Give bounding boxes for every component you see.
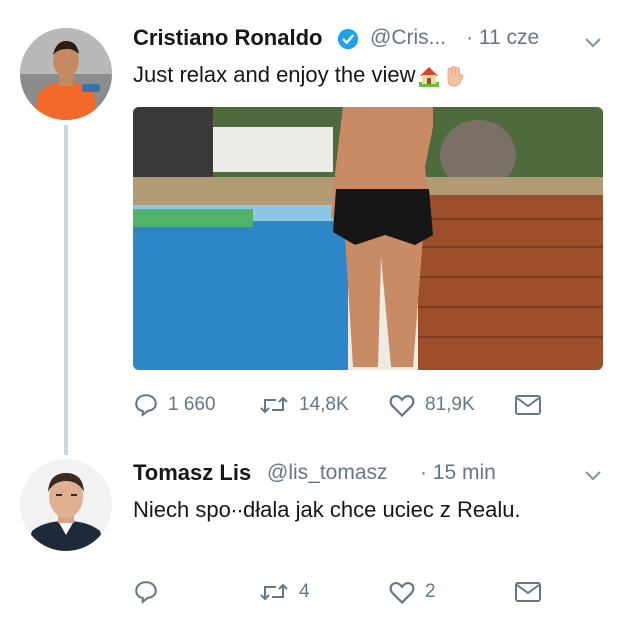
like-count: 2 [425,581,436,602]
like-button[interactable]: 81,9K [388,392,475,418]
author-handle[interactable]: @Cris... [370,26,446,50]
retweet-count: 14,8K [299,394,349,415]
envelope-icon [515,395,541,415]
reply-icon [135,581,157,604]
retweet-icon [260,583,288,601]
tweet-text: Just relax and enjoy the view [133,62,466,88]
tweet-timestamp[interactable]: · 11 cze [466,26,539,50]
tweet-text-content: Just relax and enjoy the view [133,62,416,87]
house-icon [418,67,439,88]
reply-button[interactable]: 1 660 [133,392,216,418]
chevron-down-icon[interactable] [584,37,602,49]
reply-count: 1 660 [168,394,216,415]
heart-icon [389,395,415,418]
verified-badge-icon [337,28,359,50]
thread-connector-line [64,125,68,455]
author-handle[interactable]: @lis_tomasz [267,461,388,485]
raised-hand-icon [447,66,463,87]
reply-button[interactable] [133,579,168,605]
author-name[interactable]: Cristiano Ronaldo [133,25,322,51]
retweet-button[interactable]: 4 [258,579,310,605]
retweet-count: 4 [299,581,310,602]
avatar-tomasz-lis[interactable] [20,459,112,551]
author-name[interactable]: Tomasz Lis [133,460,251,486]
retweet-button[interactable]: 14,8K [258,392,349,418]
tweet-photo-pool[interactable] [133,107,603,370]
direct-message-button[interactable] [514,581,542,603]
tweet-text: Niech spo∙∙dłala jak chce uciec z Realu. [133,497,521,522]
chevron-down-icon[interactable] [584,470,602,482]
like-count: 81,9K [425,394,475,415]
heart-icon [389,582,415,605]
retweet-icon [260,396,288,414]
avatar-ronaldo[interactable] [20,28,112,120]
like-button[interactable]: 2 [388,579,436,605]
envelope-icon [515,582,541,602]
direct-message-button[interactable] [514,394,542,416]
reply-icon [135,394,157,417]
tweet-timestamp[interactable]: · 15 min [420,461,496,485]
